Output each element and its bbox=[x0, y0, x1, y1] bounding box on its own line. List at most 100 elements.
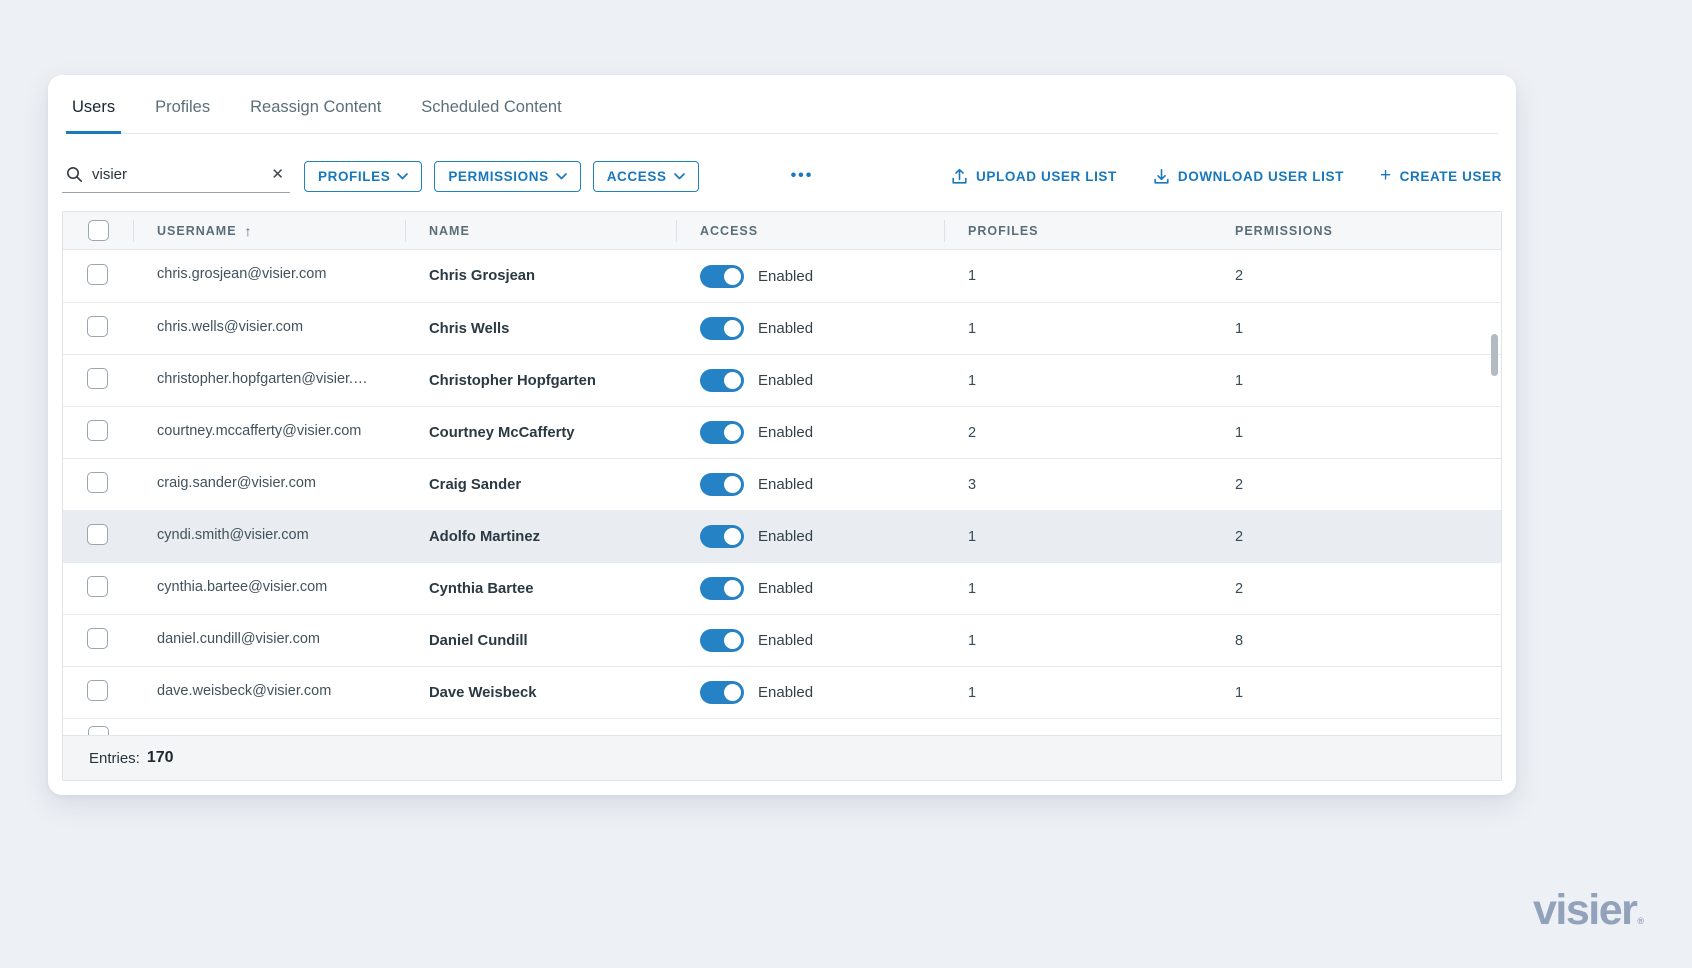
access-toggle[interactable] bbox=[700, 681, 744, 704]
table-scrollbar-thumb[interactable] bbox=[1491, 334, 1498, 376]
row-name: Chris Wells bbox=[429, 320, 510, 337]
column-header-name[interactable]: NAME bbox=[405, 212, 676, 249]
row-username: daniel.cundill@visier.com bbox=[157, 630, 321, 647]
column-header-username[interactable]: USERNAME ↑ bbox=[133, 212, 405, 249]
access-toggle[interactable] bbox=[700, 421, 744, 444]
row-username: courtney.mccafferty@visier.com bbox=[157, 422, 362, 439]
select-all-checkbox[interactable] bbox=[88, 220, 109, 241]
permissions-filter-button[interactable]: PERMISSIONS bbox=[434, 160, 581, 192]
row-username: chris.grosjean@visier.com bbox=[157, 266, 327, 282]
row-permissions-count: 1 bbox=[1235, 424, 1244, 441]
table-row[interactable]: chris.wells@visier.com Chris Wells Enabl… bbox=[63, 302, 1501, 354]
toggle-knob bbox=[724, 684, 741, 701]
tab-scheduled-content[interactable]: Scheduled Content bbox=[415, 98, 567, 134]
row-name: Craig Sander bbox=[429, 476, 522, 493]
permissions-column-label: PERMISSIONS bbox=[1235, 223, 1333, 238]
create-user-button[interactable]: + CREATE USER bbox=[1379, 164, 1502, 186]
access-toggle[interactable] bbox=[700, 317, 744, 340]
table-row[interactable]: christopher.hopfgarten@visier.… Christop… bbox=[63, 354, 1501, 406]
column-header-profiles[interactable]: PROFILES bbox=[944, 212, 1211, 249]
search-box: ✕ bbox=[62, 159, 290, 193]
column-header-permissions[interactable]: PERMISSIONS bbox=[1211, 212, 1501, 249]
table-body: chris.grosjean@visier.com Chris Grosjean… bbox=[63, 250, 1501, 718]
tab-users[interactable]: Users bbox=[66, 98, 122, 134]
row-name: Courtney McCafferty bbox=[429, 424, 575, 441]
row-checkbox[interactable] bbox=[87, 368, 108, 389]
row-permissions-count: 2 bbox=[1235, 268, 1244, 284]
create-user-label: CREATE USER bbox=[1399, 168, 1502, 184]
visier-logo-text: visier bbox=[1532, 886, 1638, 934]
row-permissions-count: 1 bbox=[1235, 320, 1244, 337]
access-toggle[interactable] bbox=[700, 525, 744, 548]
row-permissions-count: 2 bbox=[1235, 476, 1244, 493]
admin-panel: Users Profiles Reassign Content Schedule… bbox=[48, 75, 1516, 795]
row-checkbox[interactable] bbox=[87, 680, 108, 701]
access-status-label: Enabled bbox=[758, 476, 814, 493]
upload-user-list-button[interactable]: UPLOAD USER LIST bbox=[951, 168, 1117, 185]
username-column-label: USERNAME bbox=[157, 223, 237, 238]
tab-reassign-content[interactable]: Reassign Content bbox=[244, 98, 387, 134]
toggle-knob bbox=[724, 424, 741, 441]
access-toggle[interactable] bbox=[700, 577, 744, 600]
partial-row bbox=[63, 718, 1501, 735]
tab-profiles[interactable]: Profiles bbox=[149, 98, 216, 134]
column-header-access[interactable]: ACCESS bbox=[676, 212, 944, 249]
table-row[interactable]: cyndi.smith@visier.com Adolfo Martinez E… bbox=[63, 510, 1501, 562]
row-checkbox[interactable] bbox=[87, 420, 108, 441]
table-row[interactable]: daniel.cundill@visier.com Daniel Cundill… bbox=[63, 614, 1501, 666]
toggle-knob bbox=[724, 476, 741, 493]
row-permissions-count: 2 bbox=[1235, 528, 1244, 545]
plus-icon: + bbox=[1379, 164, 1392, 186]
row-name: Adolfo Martinez bbox=[429, 528, 540, 545]
access-toggle[interactable] bbox=[700, 264, 744, 288]
table-row[interactable]: courtney.mccafferty@visier.com Courtney … bbox=[63, 406, 1501, 458]
tab-bar: Users Profiles Reassign Content Schedule… bbox=[66, 75, 1498, 134]
access-toggle[interactable] bbox=[700, 473, 744, 496]
access-column-label: ACCESS bbox=[700, 223, 759, 238]
profiles-filter-button[interactable]: PROFILES bbox=[304, 160, 423, 192]
access-filter-button[interactable]: ACCESS bbox=[592, 160, 699, 192]
row-checkbox[interactable] bbox=[87, 316, 108, 337]
table-row[interactable]: chris.grosjean@visier.com Chris Grosjean… bbox=[63, 250, 1501, 302]
more-actions-icon[interactable]: ••• bbox=[791, 167, 814, 185]
row-name: Christopher Hopfgarten bbox=[429, 372, 596, 389]
access-toggle[interactable] bbox=[700, 629, 744, 652]
toolbar: ✕ PROFILES PERMISSIONS ACCESS ••• bbox=[62, 158, 1502, 194]
row-profiles-count: 1 bbox=[968, 580, 977, 597]
clear-search-icon[interactable]: ✕ bbox=[267, 165, 288, 184]
row-permissions-count: 2 bbox=[1235, 580, 1244, 597]
row-username: chris.wells@visier.com bbox=[157, 318, 304, 335]
row-checkbox[interactable] bbox=[87, 524, 108, 545]
row-profiles-count: 3 bbox=[968, 476, 977, 493]
toggle-knob bbox=[724, 267, 741, 285]
row-permissions-count: 8 bbox=[1235, 632, 1244, 649]
table-row[interactable]: cynthia.bartee@visier.com Cynthia Bartee… bbox=[63, 562, 1501, 614]
users-table: USERNAME ↑ NAME ACCESS PROFILES PERMISSI… bbox=[62, 211, 1502, 781]
access-status-label: Enabled bbox=[758, 424, 814, 441]
access-status-label: Enabled bbox=[758, 580, 814, 597]
registered-trademark-icon: ® bbox=[1637, 916, 1644, 926]
row-checkbox[interactable] bbox=[88, 726, 109, 735]
row-checkbox[interactable] bbox=[87, 472, 108, 493]
row-permissions-count: 1 bbox=[1235, 372, 1244, 389]
row-profiles-count: 1 bbox=[968, 320, 977, 337]
upload-user-list-label: UPLOAD USER LIST bbox=[976, 168, 1117, 184]
row-checkbox[interactable] bbox=[87, 576, 108, 597]
access-toggle[interactable] bbox=[700, 369, 744, 392]
sort-ascending-icon: ↑ bbox=[244, 222, 253, 239]
table-row[interactable]: craig.sander@visier.com Craig Sander Ena… bbox=[63, 458, 1501, 510]
table-row[interactable]: dave.weisbeck@visier.com Dave Weisbeck E… bbox=[63, 666, 1501, 718]
row-name: Dave Weisbeck bbox=[429, 684, 537, 701]
row-username: christopher.hopfgarten@visier.… bbox=[157, 370, 368, 387]
action-group: UPLOAD USER LIST DOWNLOAD USER LIST + CR… bbox=[951, 164, 1502, 186]
access-status-label: Enabled bbox=[758, 528, 814, 545]
download-user-list-button[interactable]: DOWNLOAD USER LIST bbox=[1153, 168, 1344, 185]
row-checkbox[interactable] bbox=[87, 263, 108, 285]
chevron-down-icon bbox=[555, 172, 567, 179]
search-input[interactable] bbox=[92, 166, 259, 183]
row-profiles-count: 1 bbox=[968, 268, 977, 284]
row-name: Chris Grosjean bbox=[429, 268, 536, 284]
search-icon bbox=[67, 167, 82, 182]
row-checkbox[interactable] bbox=[87, 628, 108, 649]
chevron-down-icon bbox=[397, 172, 409, 179]
